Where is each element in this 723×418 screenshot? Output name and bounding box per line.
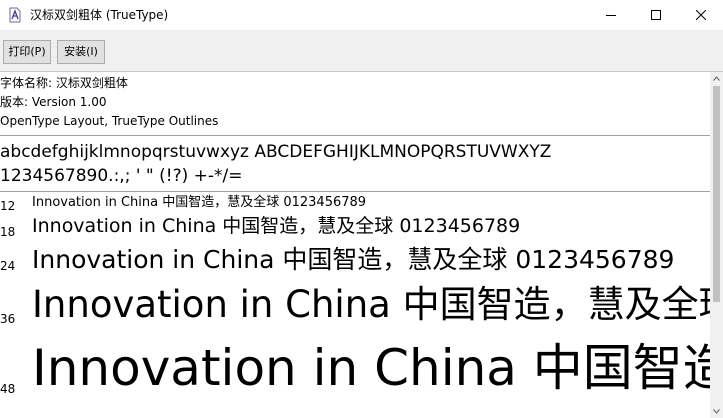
close-icon <box>695 10 706 20</box>
sample-text-24: Innovation in China 中国智造，慧及全球 0123456789 <box>32 245 675 274</box>
sample-text-12: Innovation in China 中国智造，慧及全球 0123456789 <box>32 195 367 210</box>
size-label-36: 36 <box>0 312 16 326</box>
toolbar: 打印(P) 安装(I) <box>0 30 723 72</box>
chevron-up-icon <box>713 76 720 81</box>
size-label-48: 48 <box>0 382 16 396</box>
divider <box>0 135 710 136</box>
window-title: 汉标双剑粗体 (TrueType) <box>30 8 169 22</box>
sample-text-18: Innovation in China 中国智造，慧及全球 0123456789 <box>32 215 521 237</box>
maximize-icon <box>650 10 661 20</box>
font-preview-area: 字体名称: 汉标双剑粗体 版本: Version 1.00 OpenType L… <box>0 72 710 418</box>
scroll-up-button[interactable] <box>710 72 723 85</box>
sample-text-48: Innovation in China 中国智造，慧及全球 0123456789 <box>32 339 710 397</box>
close-button[interactable] <box>678 0 723 30</box>
print-button[interactable]: 打印(P) <box>3 40 51 64</box>
vertical-scrollbar[interactable] <box>710 72 723 418</box>
maximize-button[interactable] <box>633 0 678 30</box>
font-file-icon <box>9 7 21 23</box>
minimize-button[interactable] <box>588 0 633 30</box>
glyph-sample-digits: 1234567890.:,; ' " (!?) +-*/= <box>0 166 243 186</box>
size-label-24: 24 <box>0 259 16 273</box>
size-label-18: 18 <box>0 225 16 239</box>
chevron-down-icon <box>713 409 720 414</box>
minimize-icon <box>605 15 616 16</box>
install-button[interactable]: 安装(I) <box>57 40 105 64</box>
font-name-line: 字体名称: 汉标双剑粗体 <box>0 76 128 90</box>
divider <box>0 191 710 192</box>
scroll-down-button[interactable] <box>710 405 723 418</box>
sample-text-36: Innovation in China 中国智造，慧及全球 0123456789 <box>32 283 710 326</box>
font-outlines-line: OpenType Layout, TrueType Outlines <box>0 114 219 128</box>
font-version-line: 版本: Version 1.00 <box>0 95 107 109</box>
glyph-sample-letters: abcdefghijklmnopqrstuvwxyz ABCDEFGHIJKLM… <box>0 142 552 162</box>
title-bar[interactable]: 汉标双剑粗体 (TrueType) <box>0 0 723 30</box>
scroll-thumb[interactable] <box>713 86 720 302</box>
size-label-12: 12 <box>0 199 16 213</box>
